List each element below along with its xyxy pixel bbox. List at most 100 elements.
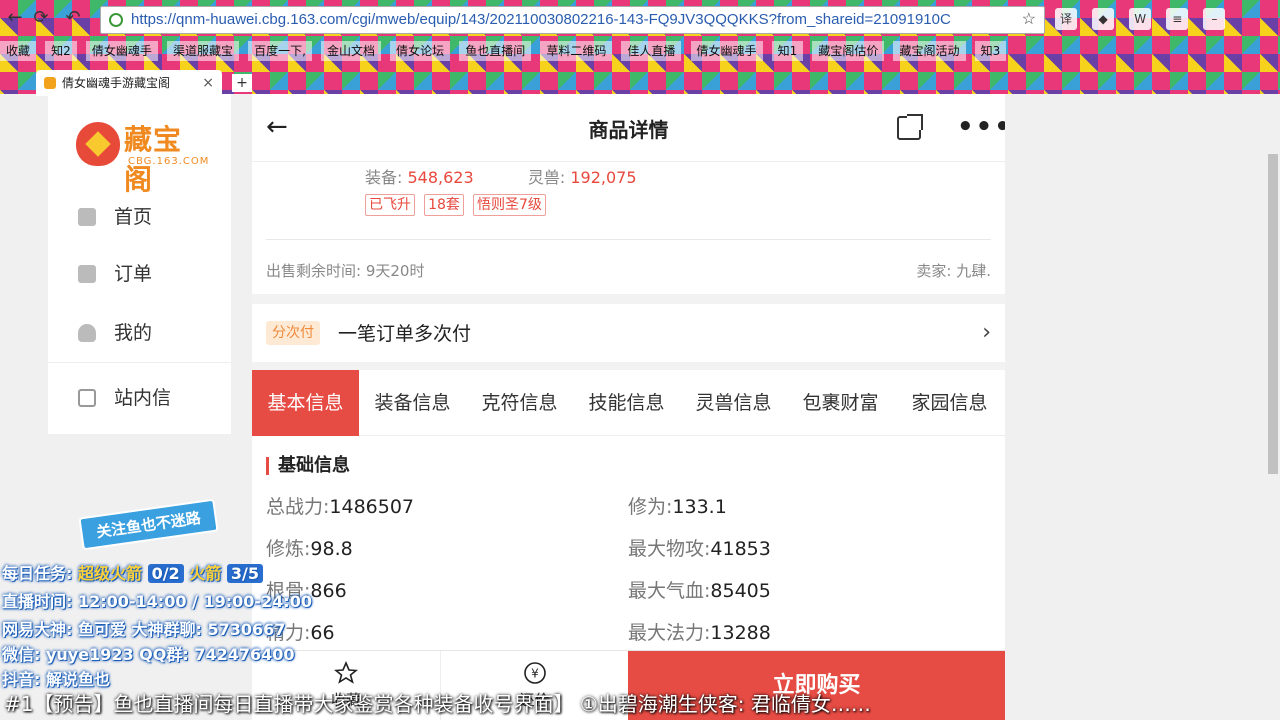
bookmark-item[interactable]: 知2: [45, 41, 77, 61]
stat-value: 85405: [710, 580, 771, 602]
translate-icon[interactable]: 译: [1055, 8, 1077, 30]
browser-tab[interactable]: 倩女幽魂手游藏宝阁 ×: [36, 70, 222, 96]
tab-strip: 倩女幽魂手游藏宝阁 × +: [0, 68, 1280, 96]
sidebar-item-label: 站内信: [114, 387, 172, 409]
bookmark-item[interactable]: 百度一下,: [248, 41, 312, 61]
stat-value: 66: [310, 622, 335, 644]
bookmark-item[interactable]: 金山文档: [320, 41, 381, 61]
sidebar-item-home[interactable]: 首页: [78, 202, 218, 232]
super-rocket-label: 超级火箭: [77, 564, 142, 583]
product-detail-panel: ← 商品详情 ••• 装备: 548,623 灵兽: 192,075 已飞升 1…: [252, 94, 1005, 720]
tab-rune-info[interactable]: 克符信息: [466, 370, 573, 436]
tab-equip-info[interactable]: 装备信息: [359, 370, 466, 436]
installment-text: 一笔订单多次付: [338, 323, 472, 345]
star-icon[interactable]: ☆: [1022, 7, 1036, 33]
back-nav-icon[interactable]: ←: [4, 7, 26, 29]
sidebar-item-orders[interactable]: 订单: [78, 259, 218, 289]
daily-task-line: 每日任务: 超级火箭 0/2 火箭 3/5: [2, 560, 263, 584]
bookmark-item[interactable]: 鱼也直播间: [459, 41, 532, 61]
mail-icon: [78, 389, 96, 407]
bookmark-item[interactable]: 倩女论坛: [390, 41, 451, 61]
seller-name[interactable]: 卖家: 九肆.: [916, 260, 991, 281]
tab-basic-info[interactable]: 基本信息: [252, 370, 359, 436]
stat-row: 最大法力:13288: [628, 618, 771, 645]
user-icon: [78, 324, 96, 342]
share-icon[interactable]: [897, 114, 923, 140]
wechat-line: 微信: yuye1923 QQ群: 742476400: [2, 645, 295, 664]
tab-wealth-info[interactable]: 包裹财富: [787, 370, 894, 436]
chevron-right-icon: ›: [982, 320, 991, 345]
netease-line: 网易大神: 鱼可爱 大神群聊: 5730667: [2, 620, 286, 639]
stat-label: 最大法力:: [628, 622, 711, 644]
home-icon: [78, 208, 96, 226]
word-icon[interactable]: W: [1129, 8, 1152, 30]
stat-value: 866: [310, 580, 347, 602]
page-header: ← 商品详情 •••: [252, 94, 1005, 162]
page-scrollbar[interactable]: [1266, 94, 1280, 720]
stat-row: 修为:133.1: [628, 492, 727, 519]
logo-bag-icon: [76, 122, 120, 166]
stat-row: 精力:66: [266, 618, 335, 645]
stat-row: 最大气血:85405: [628, 576, 771, 603]
stat-row: 根骨:866: [266, 576, 347, 603]
bookmark-item[interactable]: 收藏: [0, 41, 37, 61]
item-tags: 已飞升 18套 悟则圣7级: [365, 194, 550, 216]
installment-badge: 分次付: [266, 321, 320, 345]
extension-icon[interactable]: ◆: [1092, 8, 1115, 30]
star-outline-icon: [334, 661, 358, 684]
bookmark-item[interactable]: 藏宝阁估价: [812, 41, 885, 61]
sidebar-item-messages[interactable]: 站内信: [78, 383, 218, 413]
tab-pet-info[interactable]: 灵兽信息: [680, 370, 787, 436]
sidebar-item-mine[interactable]: 我的: [78, 318, 218, 348]
cbg-logo[interactable]: 藏宝阁 CBG.163.COM: [76, 118, 208, 196]
new-tab-button[interactable]: +: [232, 74, 252, 92]
menu-icon[interactable]: ≡: [1166, 8, 1189, 30]
equip-value: 548,623: [407, 168, 474, 187]
bookmark-item[interactable]: 渠道服藏宝: [166, 41, 239, 61]
stat-row: 总战力:1486507: [266, 492, 414, 519]
bookmark-item[interactable]: 佳人直播: [621, 41, 682, 61]
bookmark-item[interactable]: 知1: [771, 41, 804, 61]
extension-icons: 译 ◆ W ≡ –: [1055, 8, 1280, 32]
scroll-thumb[interactable]: [1268, 154, 1278, 474]
stat-label: 最大气血:: [628, 580, 711, 602]
tag: 悟则圣7级: [473, 194, 546, 216]
stat-value: 98.8: [310, 538, 353, 560]
stat-label: 总战力:: [266, 496, 330, 518]
refresh-icon[interactable]: ⟳: [30, 7, 52, 29]
task-label: 每日任务:: [2, 564, 73, 583]
bookmark-item[interactable]: 倩女幽魂手: [85, 41, 158, 61]
equip-label: 装备:: [365, 168, 403, 187]
sidebar-item-label: 首页: [114, 206, 153, 228]
sale-time-left: 出售剩余时间: 9天20时: [266, 262, 425, 280]
bookmarks-bar: 收藏 知2 倩女幽魂手 渠道服藏宝 百度一下, 金山文档 倩女论坛 鱼也直播间 …: [0, 40, 1280, 62]
scrolling-ticker: #1【预告】鱼也直播间每日直播带大家鉴赏各种装备收号界面】 ①出碧海潮生侠客: …: [4, 692, 871, 716]
address-bar[interactable]: https://qnm-huawei.cbg.163.com/cgi/mweb/…: [100, 6, 1045, 34]
tab-home-info[interactable]: 家园信息: [894, 370, 1005, 436]
bookmark-item[interactable]: 倩女幽魂手: [690, 41, 763, 61]
divider: [266, 239, 991, 240]
super-rocket-count: 0/2: [147, 564, 184, 583]
tab-skill-info[interactable]: 技能信息: [573, 370, 680, 436]
stat-label: 根骨:: [266, 580, 311, 602]
bookmark-item[interactable]: 藏宝阁活动: [893, 41, 966, 61]
tab-title: 倩女幽魂手游藏宝阁: [62, 76, 171, 90]
close-tab-icon[interactable]: ×: [202, 70, 214, 96]
stat-label: 最大物攻:: [628, 538, 711, 560]
installment-row[interactable]: 分次付 一笔订单多次付 ›: [252, 304, 1005, 366]
url-text: https://qnm-huawei.cbg.163.com/cgi/mweb/…: [131, 11, 951, 28]
divider: [48, 362, 231, 363]
yen-coin-icon: ¥: [523, 662, 546, 684]
page-title: 商品详情: [588, 118, 669, 142]
bookmark-item[interactable]: 知3: [974, 41, 1007, 61]
more-icon[interactable]: •••: [957, 112, 1005, 142]
browser-chrome: ← ⟳ ↶ https://qnm-huawei.cbg.163.com/cgi…: [0, 0, 1280, 96]
section-gap: [252, 362, 1005, 370]
undo-icon[interactable]: ↶: [62, 7, 84, 29]
sidebar: 藏宝阁 CBG.163.COM 首页 订单 我的 站内信: [48, 94, 231, 434]
order-icon: [78, 265, 96, 283]
minimize-icon[interactable]: –: [1203, 8, 1226, 30]
tag: 18套: [424, 194, 464, 216]
bookmark-item[interactable]: 草料二维码: [540, 41, 613, 61]
stat-value: 41853: [710, 538, 771, 560]
